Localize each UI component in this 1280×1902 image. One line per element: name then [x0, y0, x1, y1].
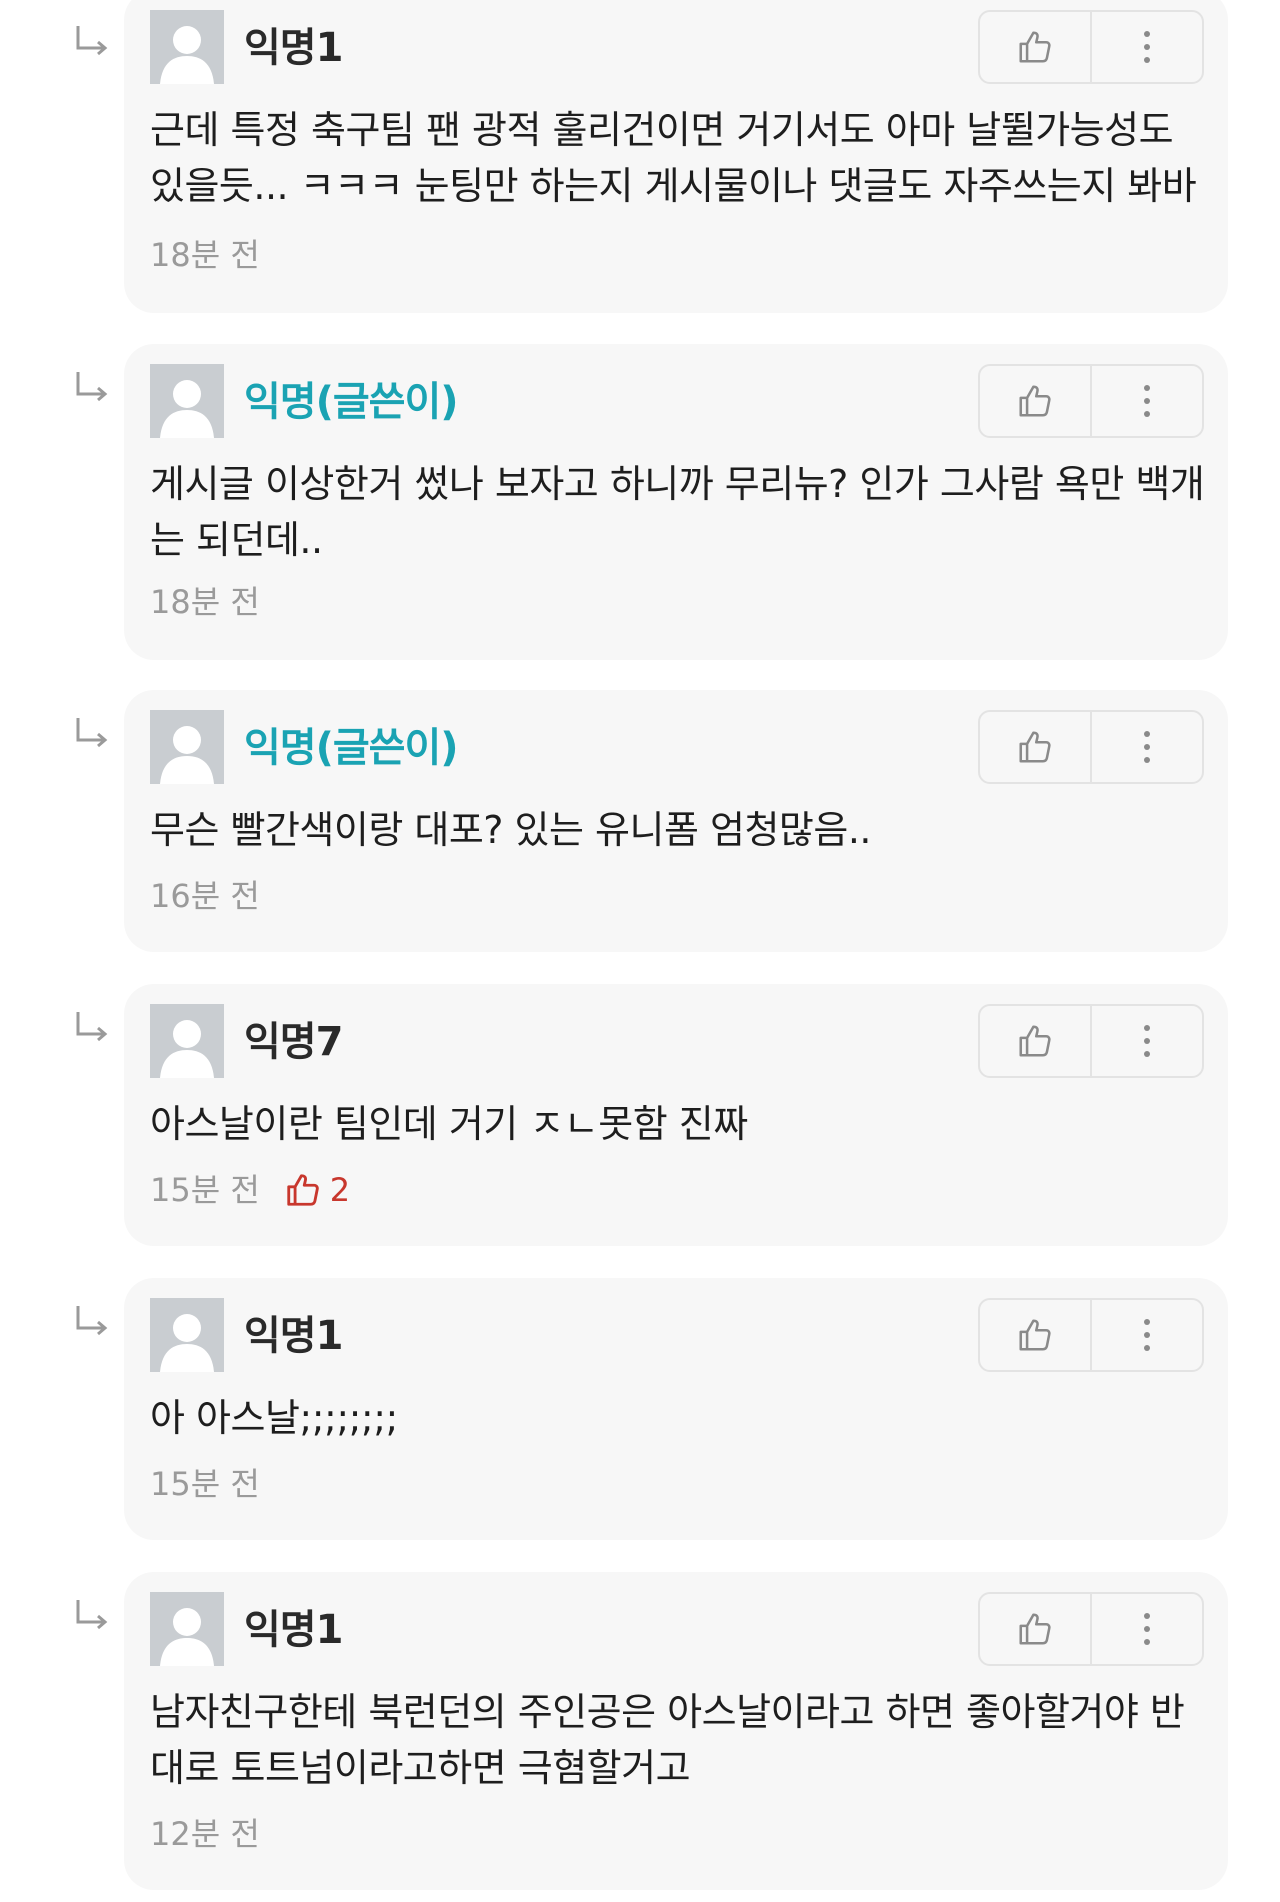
default-avatar-icon: [150, 1004, 224, 1078]
comment-author: 익명7: [244, 1019, 343, 1065]
comment-card: 익명1 근데 특정 축구팀 팬 광적 훌리건이면 거기서도 아마 날뛸가능성도 …: [124, 0, 1228, 313]
more-options-button[interactable]: [1090, 12, 1202, 82]
default-avatar-icon: [150, 364, 224, 438]
comment-time: 15분 전: [150, 1171, 260, 1209]
comment-actions: [978, 1004, 1204, 1078]
like-count: 2: [329, 1171, 351, 1209]
more-options-button[interactable]: [1090, 1006, 1202, 1076]
default-avatar-icon: [150, 10, 224, 84]
comment-time: 18분 전: [150, 236, 260, 274]
thumbs-up-icon: [1019, 31, 1051, 63]
comment-actions: [978, 364, 1204, 438]
comment-author: 익명1: [244, 25, 343, 71]
thumbs-up-icon: [1019, 731, 1051, 763]
comment-meta: 16분 전: [150, 876, 260, 916]
comment-body: 아스날이란 팀인데 거기 ㅈㄴ못함 진짜: [150, 1102, 748, 1146]
more-options-button[interactable]: [1090, 712, 1202, 782]
comment-time: 12분 전: [150, 1815, 260, 1853]
more-vertical-icon: [1144, 731, 1150, 763]
comment-card: 익명1 아 아스날;;;;;;;; 15분 전: [124, 1278, 1228, 1540]
comment-body: 남자친구한테 북런던의 주인공은 아스날이라고 하면 좋아할거야 반대로 토트넘…: [150, 1690, 1185, 1790]
comment-time: 15분 전: [150, 1465, 260, 1503]
like-button[interactable]: [980, 366, 1090, 436]
thumbs-up-icon: [287, 1174, 319, 1206]
comment-card: 익명(글쓴이) 게시글 이상한거 썼나 보자고 하니까 무리뉴? 인가 그사람 …: [124, 344, 1228, 660]
more-vertical-icon: [1144, 1613, 1150, 1645]
comment-meta: 18분 전: [150, 235, 260, 275]
default-avatar-icon: [150, 1592, 224, 1666]
comment-card: 익명7 아스날이란 팀인데 거기 ㅈㄴ못함 진짜 15분 전 2: [124, 984, 1228, 1246]
comment-actions: [978, 10, 1204, 84]
thumbs-up-icon: [1019, 1613, 1051, 1645]
default-avatar-icon: [150, 710, 224, 784]
more-vertical-icon: [1144, 1319, 1150, 1351]
comment-card: 익명(글쓴이) 무슨 빨간색이랑 대포? 있는 유니폼 엄청많음.. 16분 전: [124, 690, 1228, 952]
like-button[interactable]: [980, 1300, 1090, 1370]
comment-actions: [978, 1298, 1204, 1372]
comment-actions: [978, 1592, 1204, 1666]
reply-arrow-icon: [72, 22, 112, 62]
like-count-badge: 2: [284, 1170, 350, 1210]
more-vertical-icon: [1144, 1025, 1150, 1057]
more-vertical-icon: [1144, 385, 1150, 417]
more-options-button[interactable]: [1090, 1300, 1202, 1370]
thumbs-up-icon: [1019, 385, 1051, 417]
comment-body: 무슨 빨간색이랑 대포? 있는 유니폼 엄청많음..: [150, 808, 872, 852]
more-vertical-icon: [1144, 31, 1150, 63]
comment-meta: 15분 전: [150, 1464, 260, 1504]
like-button[interactable]: [980, 1594, 1090, 1664]
comment-meta: 18분 전: [150, 582, 260, 622]
comment-time: 18분 전: [150, 583, 260, 621]
thumbs-up-icon: [1019, 1319, 1051, 1351]
comment-card: 익명1 남자친구한테 북런던의 주인공은 아스날이라고 하면 좋아할거야 반대로…: [124, 1572, 1228, 1890]
default-avatar-icon: [150, 1298, 224, 1372]
comment-body: 게시글 이상한거 썼나 보자고 하니까 무리뉴? 인가 그사람 욕만 백개는 되…: [150, 462, 1205, 562]
more-options-button[interactable]: [1090, 1594, 1202, 1664]
reply-arrow-icon: [72, 1008, 112, 1048]
comment-author-op: 익명(글쓴이): [244, 725, 459, 771]
like-button[interactable]: [980, 712, 1090, 782]
comment-author-op: 익명(글쓴이): [244, 379, 459, 425]
reply-arrow-icon: [72, 368, 112, 408]
more-options-button[interactable]: [1090, 366, 1202, 436]
comment-meta: 12분 전: [150, 1814, 260, 1854]
comment-author: 익명1: [244, 1313, 343, 1359]
reply-arrow-icon: [72, 1596, 112, 1636]
thumbs-up-icon: [1019, 1025, 1051, 1057]
comment-time: 16분 전: [150, 877, 260, 915]
comment-meta: 15분 전 2: [150, 1170, 350, 1210]
comment-actions: [978, 710, 1204, 784]
comment-body: 근데 특정 축구팀 팬 광적 훌리건이면 거기서도 아마 날뛸가능성도 있을듯.…: [150, 108, 1197, 208]
like-button[interactable]: [980, 1006, 1090, 1076]
reply-arrow-icon: [72, 1302, 112, 1342]
comment-body: 아 아스날;;;;;;;;: [150, 1396, 398, 1440]
reply-arrow-icon: [72, 714, 112, 754]
like-button[interactable]: [980, 12, 1090, 82]
comment-author: 익명1: [244, 1607, 343, 1653]
